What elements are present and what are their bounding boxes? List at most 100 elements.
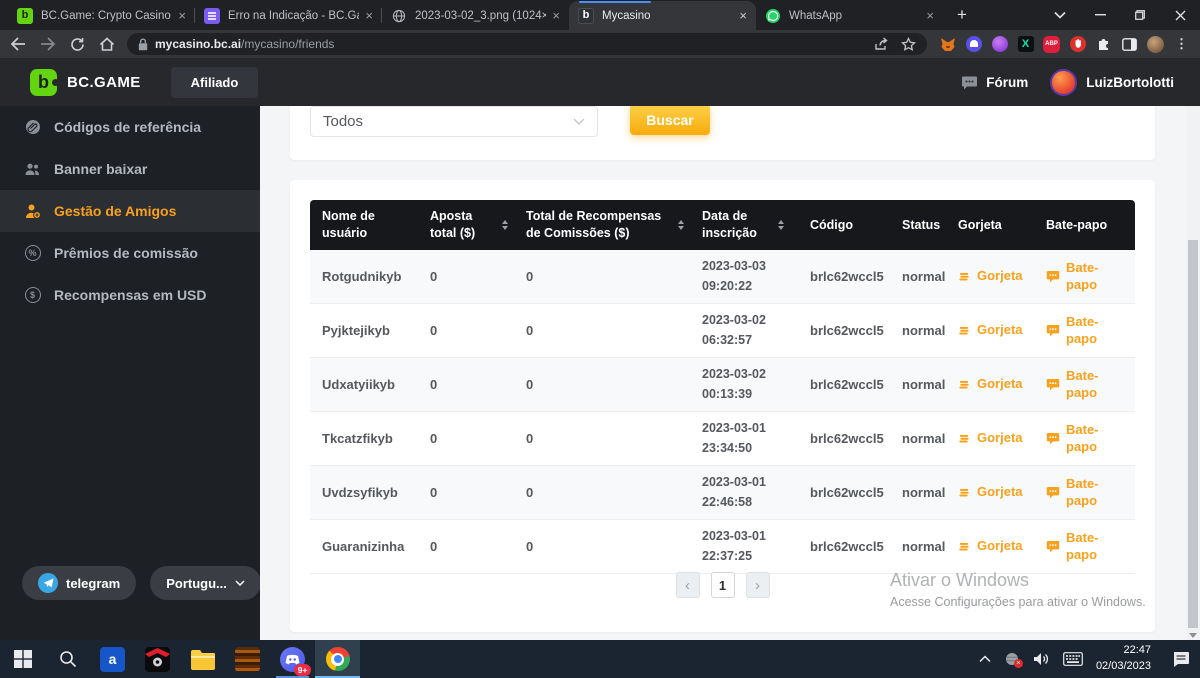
scrollbar-down-arrow-icon[interactable] xyxy=(1189,633,1197,638)
chevron-down-icon xyxy=(235,580,245,586)
tray-chevron-up-icon[interactable] xyxy=(979,655,991,663)
minimize-button[interactable] xyxy=(1080,0,1120,30)
scrollbar-thumb[interactable] xyxy=(1188,240,1198,628)
username: LuizBortolotti xyxy=(1086,75,1174,90)
page-scrollbar[interactable] xyxy=(1186,106,1200,640)
chrome-menu-icon[interactable]: ⋮ xyxy=(1173,36,1190,53)
chat-link[interactable]: Bate-papo xyxy=(1046,476,1129,510)
taskbar-chrome[interactable] xyxy=(315,640,360,678)
filter-dropdown[interactable]: Todos xyxy=(310,106,598,137)
next-page-button[interactable]: › xyxy=(746,572,770,598)
sort-icon[interactable] xyxy=(778,220,784,230)
tip-link[interactable]: Gorjeta xyxy=(958,484,1028,501)
windows-logo-icon xyxy=(14,650,32,668)
taskbar-discord[interactable]: 9+ xyxy=(270,640,315,678)
tab-search-chevron-icon[interactable] xyxy=(1040,0,1080,30)
taskbar-search-button[interactable] xyxy=(45,640,90,678)
reload-icon[interactable] xyxy=(70,37,85,52)
tab-close-icon[interactable]: × xyxy=(178,9,186,22)
dollar-icon: $ xyxy=(24,287,41,304)
tab-png-image[interactable]: 2023-03-02_3.png (1024×76 × xyxy=(382,1,569,30)
taskbar-wood-app[interactable] xyxy=(225,640,270,678)
col-chat: Bate-papo xyxy=(1046,217,1107,234)
table-row: Udxatyiikyb 0 0 2023-03-02 00:13:39 brlc… xyxy=(310,358,1135,412)
sidebar-item-usd-rewards[interactable]: $ Recompensas em USD xyxy=(0,274,260,316)
sidebar-item-referral-codes[interactable]: Códigos de referência xyxy=(0,106,260,148)
language-selector[interactable]: Portugu... xyxy=(150,566,261,600)
sidebar-item-commission-prizes[interactable]: % Prêmios de comissão xyxy=(0,232,260,274)
user-menu[interactable]: LuizBortolotti xyxy=(1050,69,1174,96)
back-icon[interactable] xyxy=(10,37,26,51)
sidebar-item-friends-management[interactable]: Gestão de Amigos xyxy=(0,190,260,232)
network-disconnected-icon[interactable]: × xyxy=(1004,652,1020,666)
tip-link[interactable]: Gorjeta xyxy=(958,430,1028,447)
phantom-ghost-icon[interactable] xyxy=(965,36,982,53)
tab-whatsapp[interactable]: WhatsApp × xyxy=(756,1,943,30)
sort-icon[interactable] xyxy=(678,220,684,230)
tip-link[interactable]: Gorjeta xyxy=(958,268,1028,285)
taskbar-game-app[interactable] xyxy=(135,640,180,678)
tab-close-icon[interactable]: × xyxy=(926,9,934,22)
tab-close-icon[interactable]: × xyxy=(365,9,373,22)
side-panel-icon[interactable] xyxy=(1121,36,1138,53)
address-bar[interactable]: mycasino.bc.ai/mycasino/friends xyxy=(127,33,927,55)
taskbar-clock[interactable]: 22:47 02/03/2023 xyxy=(1096,643,1151,675)
forum-link[interactable]: Fórum xyxy=(961,75,1028,90)
cell-username: Pyjktejikyb xyxy=(310,323,418,338)
tip-link[interactable]: Gorjeta xyxy=(958,376,1028,393)
touch-keyboard-icon[interactable] xyxy=(1063,652,1083,666)
discord-badge: 9+ xyxy=(294,664,311,676)
tip-link[interactable]: Gorjeta xyxy=(958,322,1028,339)
tab-bcgame-crypto[interactable]: b BC.Game: Crypto Casino Gam × xyxy=(8,1,195,30)
url-path: /mycasino/friends xyxy=(241,37,334,51)
tab-erro-indicacao[interactable]: Erro na Indicação - BC.Game × xyxy=(195,1,382,30)
chat-link[interactable]: Bate-papo xyxy=(1046,260,1129,294)
tab-close-icon[interactable]: × xyxy=(739,9,747,22)
prev-page-button[interactable]: ‹ xyxy=(676,572,700,598)
bcgame-logo[interactable]: b BC.GAME xyxy=(30,69,141,96)
page-number[interactable]: 1 xyxy=(711,572,735,598)
hand-stop-icon[interactable] xyxy=(1069,36,1086,53)
close-window-button[interactable] xyxy=(1160,0,1200,30)
extension-icons: X ABP ⋮ xyxy=(939,36,1190,53)
forward-icon[interactable] xyxy=(40,37,56,51)
system-tray: × 22:47 02/03/2023 xyxy=(979,640,1200,678)
chat-link[interactable]: Bate-papo xyxy=(1046,422,1129,456)
game-launcher-icon xyxy=(145,647,170,672)
profile-avatar-icon[interactable] xyxy=(1147,36,1164,53)
bookmark-star-icon[interactable] xyxy=(901,37,916,52)
notification-center-icon[interactable] xyxy=(1172,651,1190,667)
window-controls xyxy=(1040,0,1200,30)
volume-icon[interactable] xyxy=(1033,652,1050,666)
new-tab-button[interactable]: + xyxy=(949,2,975,28)
tip-link[interactable]: Gorjeta xyxy=(958,538,1028,555)
extensions-puzzle-icon[interactable] xyxy=(1095,36,1112,53)
sidebar-item-banner-download[interactable]: Banner baixar xyxy=(0,148,260,190)
chat-link[interactable]: Bate-papo xyxy=(1046,314,1129,348)
taskbar-file-explorer[interactable] xyxy=(180,640,225,678)
sidebar: Códigos de referência Banner baixar Gest… xyxy=(0,106,260,640)
share-icon[interactable] xyxy=(874,37,889,51)
adblock-plus-icon[interactable]: ABP xyxy=(1043,36,1060,53)
tab-mycasino-active[interactable]: b Mycasino × xyxy=(569,1,756,30)
maximize-button[interactable] xyxy=(1120,0,1160,30)
cell-commission-rewards: 0 xyxy=(514,485,690,500)
friends-table-card: Nome de usuário Aposta total ($) Total d… xyxy=(290,180,1155,632)
lock-icon[interactable] xyxy=(138,38,148,51)
telegram-button[interactable]: telegram xyxy=(22,566,136,600)
taskbar-amd-app[interactable]: a xyxy=(90,640,135,678)
tab-close-icon[interactable]: × xyxy=(552,9,560,22)
sort-icon[interactable] xyxy=(502,220,508,230)
home-icon[interactable] xyxy=(99,37,115,52)
chat-link[interactable]: Bate-papo xyxy=(1046,368,1129,402)
metamask-fox-icon[interactable] xyxy=(939,36,956,53)
friends-table-header: Nome de usuário Aposta total ($) Total d… xyxy=(310,200,1135,250)
affiliate-nav-button[interactable]: Afiliado xyxy=(171,67,259,98)
col-commission-rewards: Total de Recompensas de Comissões ($) xyxy=(526,208,666,242)
start-button[interactable] xyxy=(0,640,45,678)
purple-swirl-icon[interactable] xyxy=(991,36,1008,53)
x-green-icon[interactable]: X xyxy=(1017,36,1034,53)
search-button[interactable]: Buscar xyxy=(630,106,710,135)
chat-bubble-icon xyxy=(1046,270,1060,283)
chat-link[interactable]: Bate-papo xyxy=(1046,530,1129,564)
